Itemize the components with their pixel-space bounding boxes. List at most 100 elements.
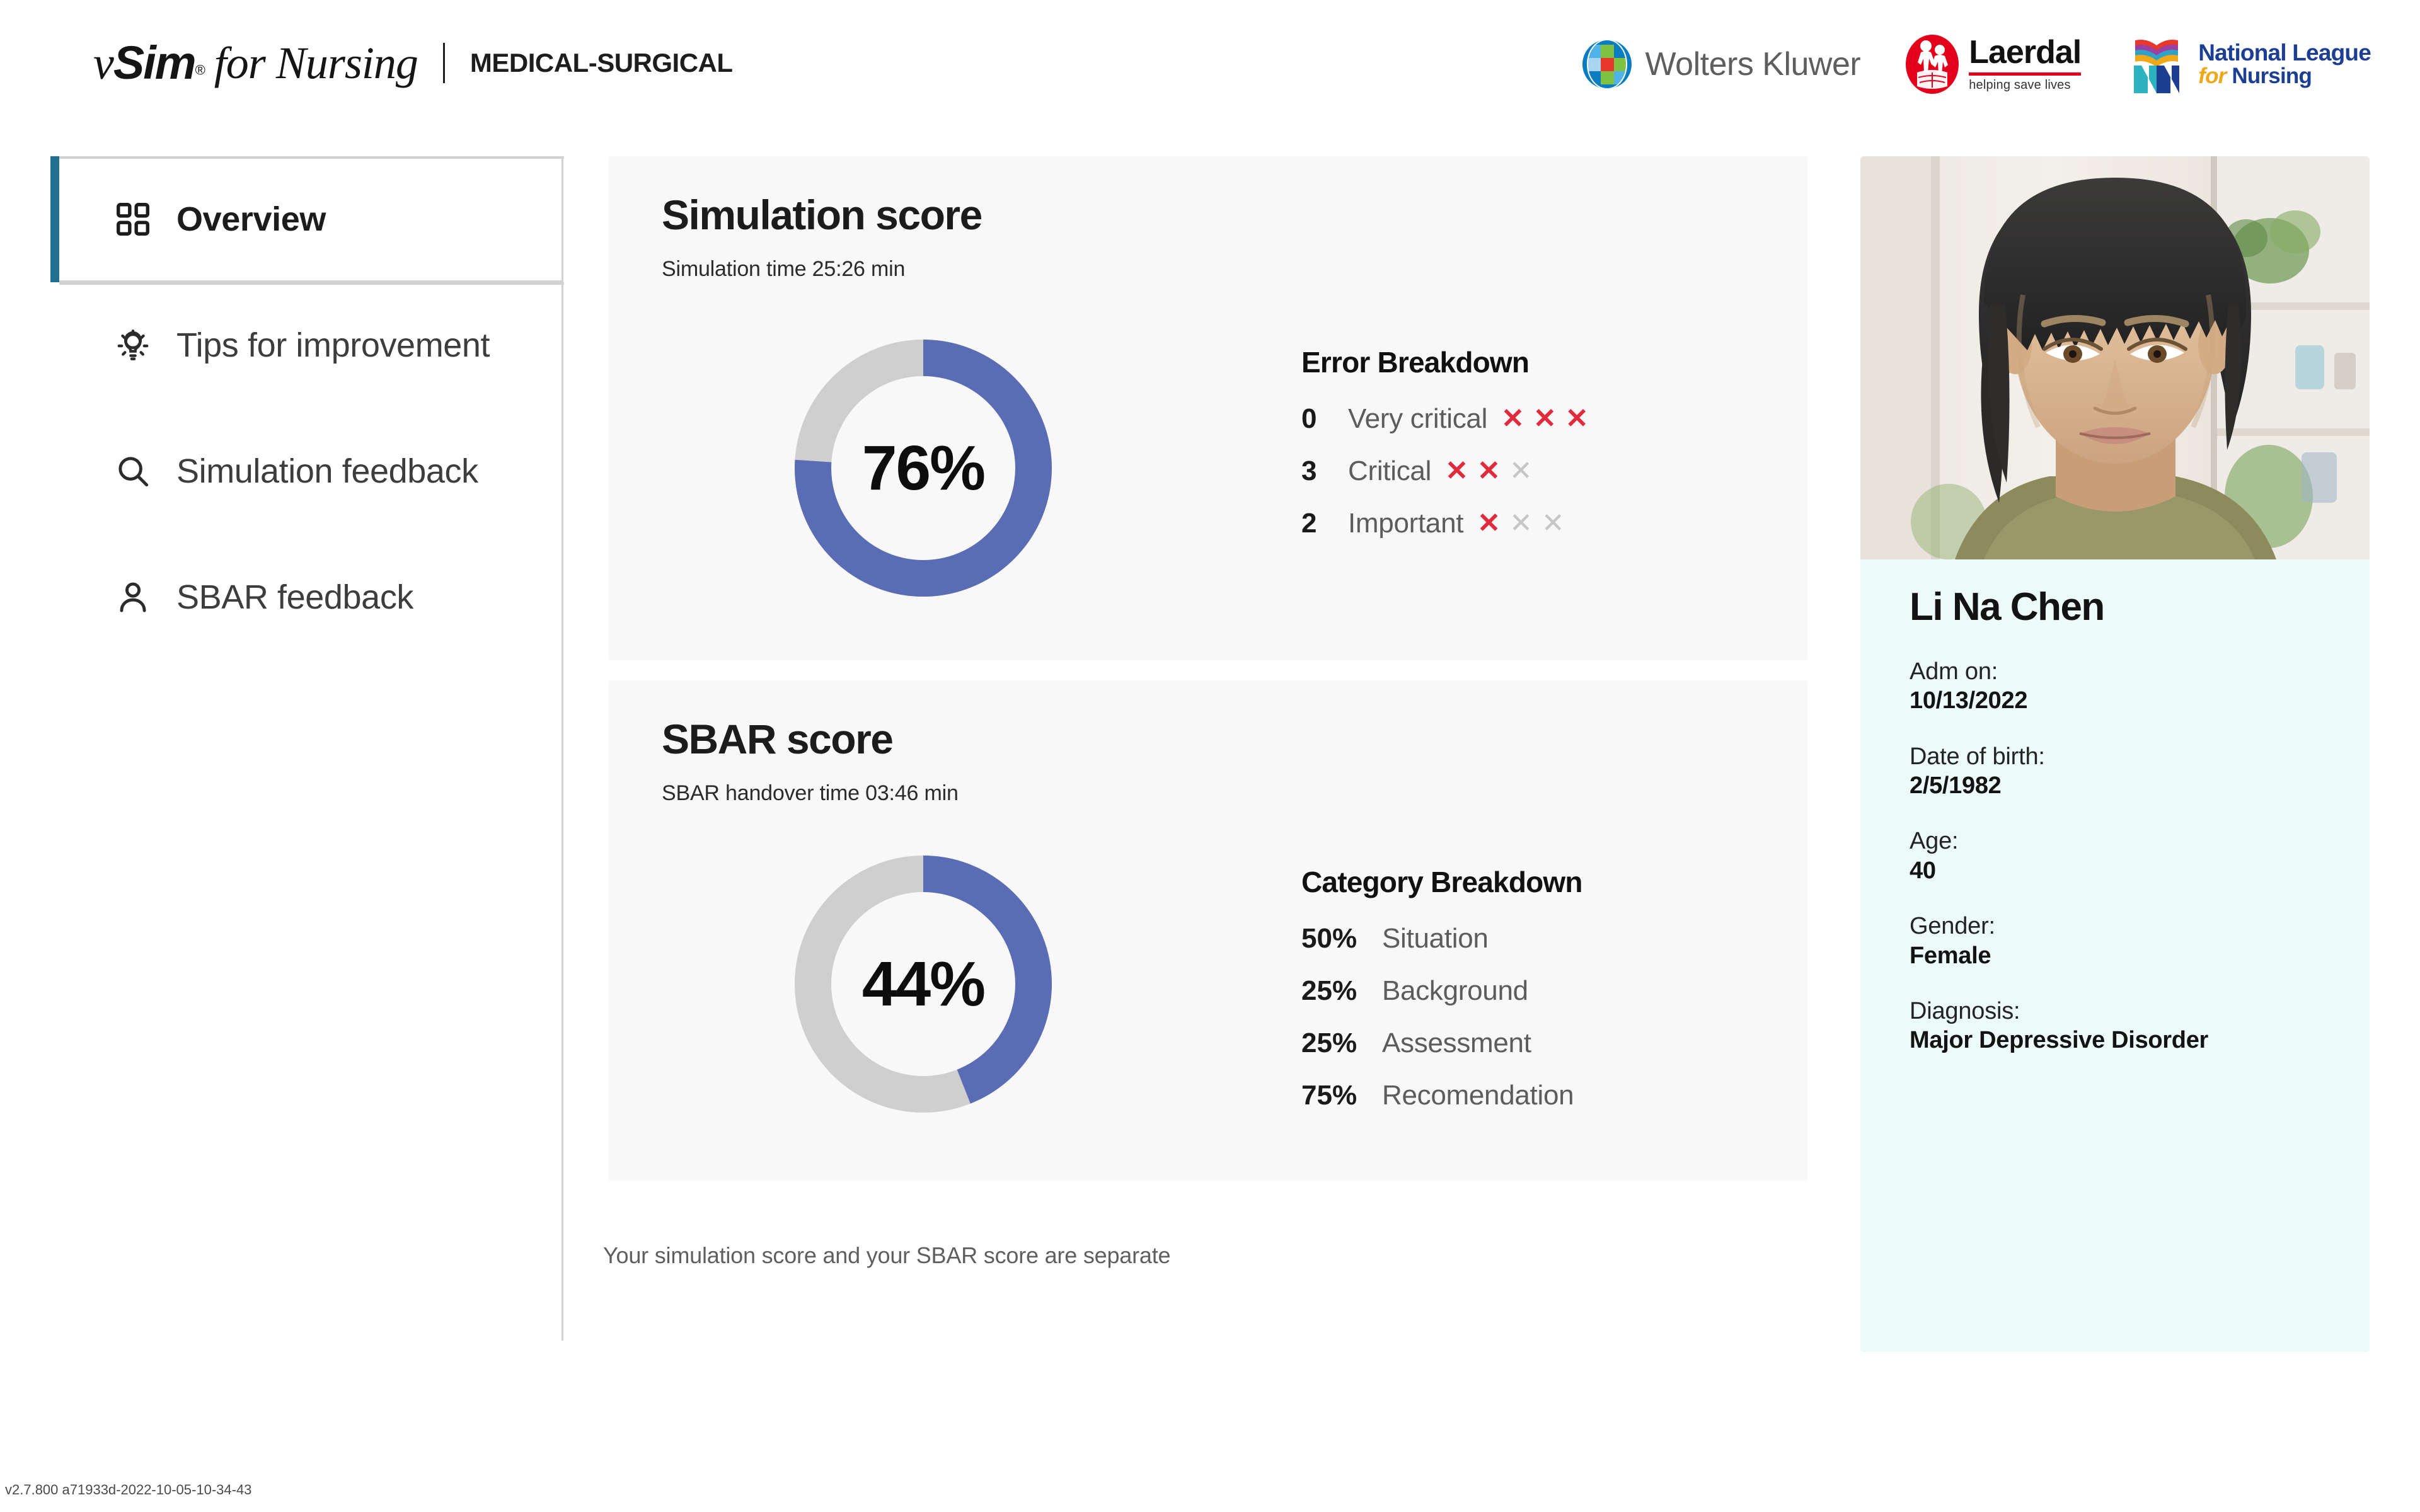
laerdal-text: Laerdal helping save lives (1969, 34, 2082, 93)
brand-sim: Sim (113, 36, 197, 89)
app-root: vSim® for Nursing MEDICAL-SURGICAL Wolte… (0, 0, 2420, 1512)
severity-x-icon: ✕ (1477, 455, 1501, 486)
simulation-score-title: Simulation score (662, 192, 982, 238)
simulation-score-donut: 76% (785, 329, 1062, 607)
severity-marks: ✕ ✕ ✕ (1477, 510, 1565, 537)
sidebar-item-simulation-feedback[interactable]: Simulation feedback (50, 408, 562, 534)
nln-logo: National League for Nursing (2125, 34, 2371, 94)
patient-field-value: 40 (1910, 857, 1936, 884)
laerdal-name: Laerdal (1969, 34, 2082, 71)
severity-marks: ✕ ✕ ✕ (1501, 405, 1589, 433)
sidebar-nav: Overview Tips for improvement Simulation… (50, 156, 564, 660)
nln-text: National League for Nursing (2198, 41, 2371, 87)
search-icon (113, 452, 171, 491)
category-breakdown-row: 25% Background (1301, 975, 1582, 1028)
sbar-handover-time-label: SBAR handover time 03:46 min (662, 781, 959, 805)
app-version-label: v2.7.800 a71933d-2022-10-05-10-34-43 (5, 1482, 252, 1498)
wolters-kluwer-label: Wolters Kluwer (1645, 46, 1861, 83)
error-breakdown-row: 3 Critical ✕ ✕ ✕ (1301, 455, 1589, 508)
category-percent: 25% (1301, 975, 1357, 1006)
nln-line1: National League (2198, 40, 2371, 66)
patient-avatar (1860, 156, 2370, 559)
error-count: 0 (1301, 403, 1317, 434)
severity-x-icon: ✕ (1541, 508, 1565, 539)
nln-line2-wrap: for Nursing (2198, 65, 2371, 88)
brand-registered-icon: ® (195, 62, 205, 78)
category-label: Situation (1382, 923, 1489, 954)
sidebar-item-overview[interactable]: Overview (50, 156, 564, 285)
error-breakdown-title: Error Breakdown (1301, 346, 1530, 379)
patient-field-adm-on: Adm on: 10/13/2022 (1910, 657, 2320, 716)
brand-wordmark: vSim® (93, 36, 205, 91)
patient-field-gender: Gender: Female (1910, 912, 2320, 970)
simulation-score-value: 76% (861, 432, 986, 503)
category-percent: 75% (1301, 1080, 1357, 1111)
severity-x-icon: ✕ (1565, 403, 1589, 434)
category-breakdown-row: 75% Recomendation (1301, 1080, 1582, 1132)
patient-field-label: Age: (1910, 828, 1959, 855)
laerdal-logo: Laerdal helping save lives (1904, 33, 2082, 95)
patient-info: Li Na Chen Adm on: 10/13/2022 Date of bi… (1860, 559, 2370, 1055)
patient-field-date-of-birth: Date of birth: 2/5/1982 (1910, 742, 2320, 801)
sidebar-item-tips-for-improvement[interactable]: Tips for improvement (50, 282, 562, 408)
scores-footnote: Your simulation score and your SBAR scor… (603, 1242, 1171, 1268)
sidebar-item-simulation-feedback-label: Simulation feedback (176, 452, 478, 490)
sidebar-item-sbar-feedback-label: SBAR feedback (176, 578, 414, 616)
error-label: Critical (1348, 455, 1432, 486)
category-percent: 50% (1301, 923, 1357, 954)
category-breakdown: Category Breakdown 50% Situation 25% Bac… (1301, 865, 1583, 1132)
severity-marks: ✕ ✕ ✕ (1445, 457, 1533, 485)
patient-field-value: Female (1910, 942, 1991, 969)
category-breakdown-row: 25% Assessment (1301, 1028, 1582, 1080)
sbar-score-donut: 44% (785, 845, 1062, 1123)
error-breakdown-row: 2 Important ✕ ✕ ✕ (1301, 508, 1589, 560)
sidebar-right-border (562, 156, 563, 1341)
severity-x-icon: ✕ (1445, 455, 1468, 486)
simulation-score-card: Simulation score Simulation time 25:26 m… (608, 156, 1807, 660)
brand-divider (442, 43, 445, 83)
error-count: 3 (1301, 455, 1317, 486)
sidebar-item-sbar-feedback[interactable]: SBAR feedback (50, 534, 562, 660)
category-breakdown-title: Category Breakdown (1301, 866, 1583, 898)
patient-field-age: Age: 40 (1910, 827, 2320, 885)
patient-field-diagnosis: Diagnosis: Major Depressive Disorder (1910, 997, 2320, 1055)
grid-icon (113, 200, 171, 239)
nln-mark-icon (2125, 34, 2188, 94)
patient-field-label: Gender: (1910, 913, 1995, 940)
sbar-score-value: 44% (861, 948, 986, 1019)
category-label: Assessment (1382, 1028, 1531, 1058)
patient-field-value: 2/5/1982 (1910, 772, 2002, 799)
error-breakdown-row: 0 Very critical ✕ ✕ ✕ (1301, 403, 1589, 455)
patient-field-label: Diagnosis: (1910, 997, 2020, 1024)
laerdal-rule (1969, 72, 2082, 76)
partner-logos: Wolters Kluwer Laerdal helping save live… (1582, 33, 2371, 96)
laerdal-mark-icon (1904, 33, 1960, 95)
error-label: Important (1348, 508, 1464, 539)
patient-field-value: 10/13/2022 (1910, 687, 2028, 714)
category-percent: 25% (1301, 1028, 1357, 1058)
wolters-kluwer-mark-icon (1582, 40, 1632, 89)
severity-x-icon: ✕ (1533, 403, 1557, 434)
severity-x-icon: ✕ (1509, 455, 1533, 486)
sbar-score-title: SBAR score (662, 716, 894, 762)
severity-x-icon: ✕ (1501, 403, 1524, 434)
severity-x-icon: ✕ (1477, 508, 1501, 539)
patient-field-value: Major Depressive Disorder (1910, 1027, 2209, 1054)
error-count: 2 (1301, 508, 1317, 539)
app-header: vSim® for Nursing MEDICAL-SURGICAL Wolte… (0, 0, 2420, 135)
sidebar-item-overview-label: Overview (176, 200, 326, 238)
nln-nursing: Nursing (2232, 64, 2312, 89)
wolters-kluwer-logo: Wolters Kluwer (1582, 40, 1861, 89)
patient-field-label: Adm on: (1910, 658, 1998, 685)
severity-x-icon: ✕ (1509, 508, 1533, 539)
person-icon (113, 578, 171, 617)
sidebar-item-tips-label: Tips for improvement (176, 326, 490, 364)
laerdal-tagline: helping save lives (1969, 78, 2071, 92)
category-label: Background (1382, 975, 1528, 1006)
simulation-time-label: Simulation time 25:26 min (662, 257, 906, 281)
category-breakdown-row: 50% Situation (1301, 923, 1582, 975)
patient-panel: Li Na Chen Adm on: 10/13/2022 Date of bi… (1860, 156, 2370, 1352)
nln-for: for (2198, 64, 2227, 89)
error-label: Very critical (1348, 403, 1488, 434)
brand-for-nursing: for Nursing (214, 37, 418, 88)
